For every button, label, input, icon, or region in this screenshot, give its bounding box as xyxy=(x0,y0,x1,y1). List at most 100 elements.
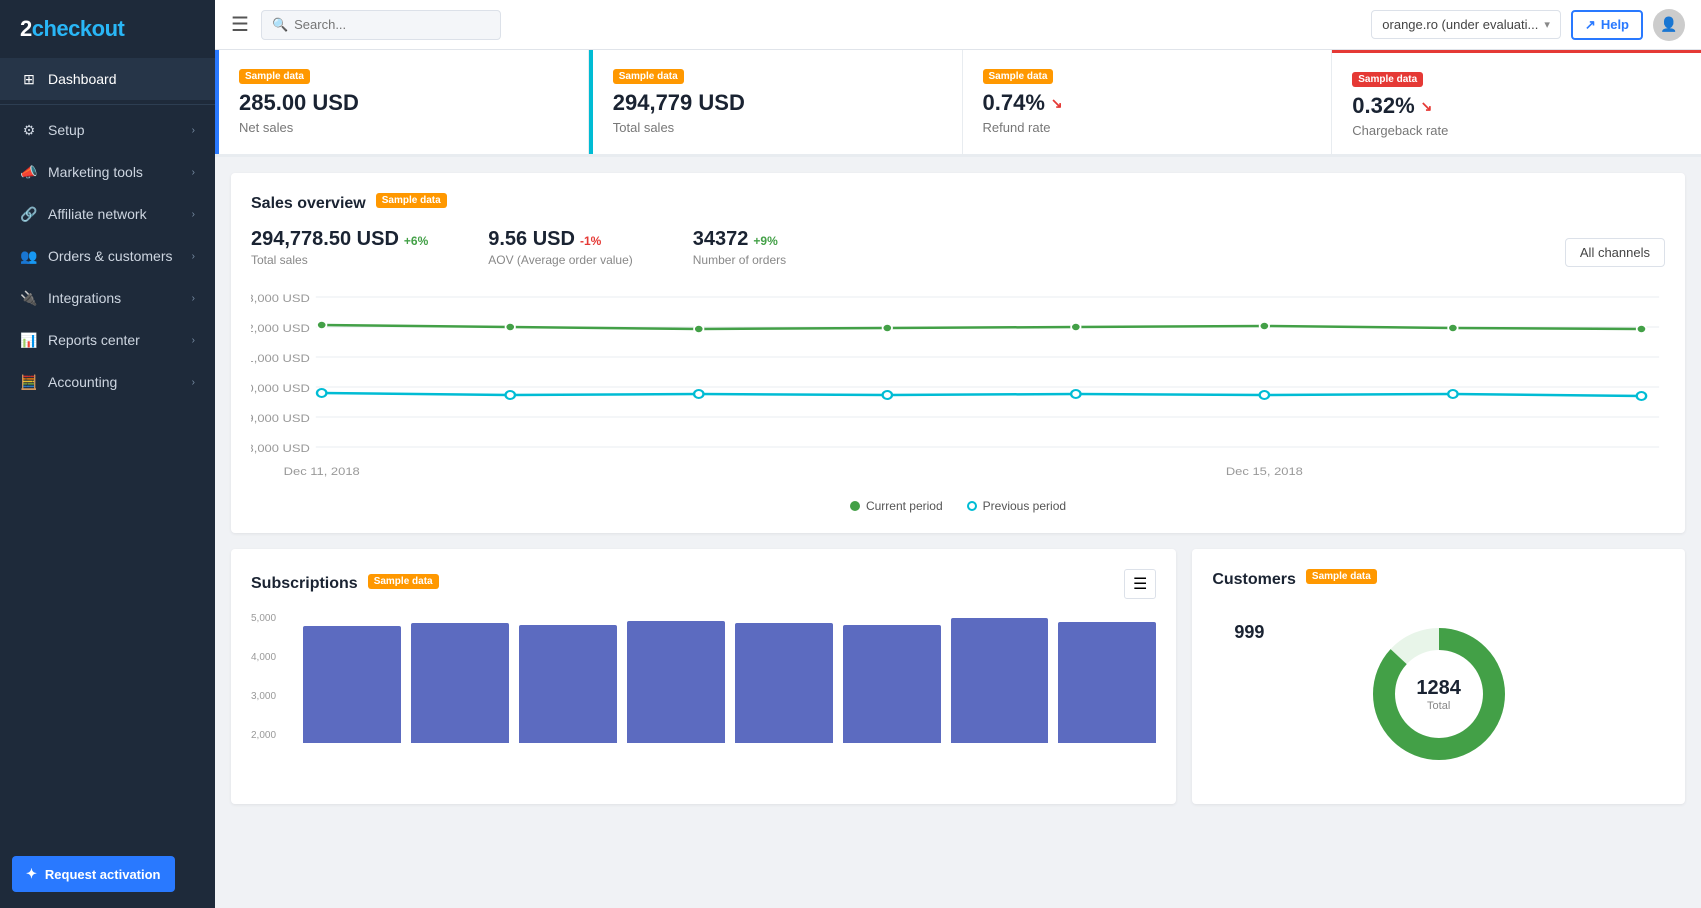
sidebar-label-dashboard: Dashboard xyxy=(48,71,117,87)
stat-label-1: AOV (Average order value) xyxy=(488,253,633,267)
request-activation-button[interactable]: ✦ Request activation xyxy=(12,856,175,892)
donut-highlight: 999 xyxy=(1234,622,1264,643)
logo: 2checkout xyxy=(0,0,215,58)
sidebar-label-orders-customers: Orders & customers xyxy=(48,248,172,264)
metric-badge-2: Sample data xyxy=(983,69,1054,84)
sidebar-item-affiliate-network[interactable]: 🔗 Affiliate network › xyxy=(0,193,215,235)
stat-value-2: 34372 +9% xyxy=(693,228,786,251)
y-label-2000: 2,000 xyxy=(251,730,276,741)
header-right: orange.ro (under evaluati... ▾ ↗ Help 👤 xyxy=(1371,9,1685,41)
header: ☰ 🔍 orange.ro (under evaluati... ▾ ↗ Hel… xyxy=(215,0,1701,50)
previous-period-legend: Previous period xyxy=(967,499,1066,513)
chevron-icon: › xyxy=(192,167,195,178)
stat-label-0: Total sales xyxy=(251,253,428,267)
bar-1 xyxy=(411,623,509,743)
metric-badge-0: Sample data xyxy=(239,69,310,84)
donut-center: 1284 Total xyxy=(1416,677,1461,712)
current-period-label: Current period xyxy=(866,499,943,513)
chevron-icon: › xyxy=(192,209,195,220)
svg-text:Dec 11, 2018: Dec 11, 2018 xyxy=(284,465,360,478)
stat-change-0: +6% xyxy=(404,234,428,248)
metric-label-0: Net sales xyxy=(239,120,568,135)
help-button[interactable]: ↗ Help xyxy=(1571,10,1643,40)
stat-value-0: 294,778.50 USD +6% xyxy=(251,228,428,251)
bar-3 xyxy=(627,621,725,743)
sidebar-item-accounting[interactable]: 🧮 Accounting › xyxy=(0,361,215,403)
search-icon: 🔍 xyxy=(272,17,288,33)
metric-card-2: Sample data 0.74% ↘ Refund rate xyxy=(963,50,1333,154)
line-chart: 43,000 USD 42,000 USD 41,000 USD 40,000 … xyxy=(251,287,1665,487)
trend-down-icon: ↘ xyxy=(1421,98,1433,115)
sidebar-item-orders-customers[interactable]: 👥 Orders & customers › xyxy=(0,235,215,277)
y-label-5000: 5,000 xyxy=(251,613,276,624)
stat-value-1: 9.56 USD -1% xyxy=(488,228,633,251)
svg-text:41,000 USD: 41,000 USD xyxy=(251,352,310,365)
megaphone-icon: 📣 xyxy=(20,163,38,181)
network-icon: 🔗 xyxy=(20,205,38,223)
sidebar-label-marketing-tools: Marketing tools xyxy=(48,164,143,180)
customers-badge: Sample data xyxy=(1306,569,1377,584)
metric-label-2: Refund rate xyxy=(983,120,1312,135)
donut-total-label: Total xyxy=(1427,700,1450,712)
sales-overview-header: Sales overview Sample data xyxy=(251,193,1665,214)
bar-0 xyxy=(303,626,401,743)
sidebar-item-left: 🔗 Affiliate network xyxy=(20,205,147,223)
avatar[interactable]: 👤 xyxy=(1653,9,1685,41)
sales-overview-badge: Sample data xyxy=(376,193,447,208)
settings-icon: ⚙ xyxy=(20,121,38,139)
sidebar-item-reports-center[interactable]: 📊 Reports center › xyxy=(0,319,215,361)
avatar-icon: 👤 xyxy=(1660,16,1677,33)
sales-overview-title: Sales overview xyxy=(251,195,366,213)
bar-4 xyxy=(735,623,833,743)
sidebar-item-marketing-tools[interactable]: 📣 Marketing tools › xyxy=(0,151,215,193)
search-box[interactable]: 🔍 xyxy=(261,10,501,40)
account-selector[interactable]: orange.ro (under evaluati... ▾ xyxy=(1371,10,1561,39)
stat-item-1: 9.56 USD -1% AOV (Average order value) xyxy=(488,228,633,267)
chevron-icon: › xyxy=(192,125,195,136)
chevron-icon: › xyxy=(192,377,195,388)
metric-card-0: Sample data 285.00 USD Net sales xyxy=(215,50,589,154)
y-label-4000: 4,000 xyxy=(251,652,276,663)
plug-icon: 🔌 xyxy=(20,289,38,307)
sidebar-item-integrations[interactable]: 🔌 Integrations › xyxy=(0,277,215,319)
subscriptions-badge: Sample data xyxy=(368,574,439,589)
bar-7 xyxy=(1058,622,1156,743)
chevron-icon: › xyxy=(192,293,195,304)
subscriptions-header: Subscriptions Sample data ☰ xyxy=(251,569,1156,599)
sidebar-label-reports-center: Reports center xyxy=(48,332,140,348)
customers-header: Customers Sample data xyxy=(1212,569,1665,590)
stat-change-1: -1% xyxy=(580,234,601,248)
bottom-row: Subscriptions Sample data ☰ 5,000 4,000 … xyxy=(231,549,1685,820)
metric-value-0: 285.00 USD xyxy=(239,90,568,116)
metric-label-1: Total sales xyxy=(613,120,942,135)
all-channels-button[interactable]: All channels xyxy=(1565,238,1665,267)
chevron-icon: › xyxy=(192,251,195,262)
svg-text:43,000 USD: 43,000 USD xyxy=(251,292,310,305)
sidebar-item-left: 📣 Marketing tools xyxy=(20,163,143,181)
stats-row: 294,778.50 USD +6% Total sales 9.56 USD … xyxy=(251,228,1665,267)
sidebar-label-integrations: Integrations xyxy=(48,290,121,306)
current-period-dot xyxy=(850,501,860,511)
previous-period-dot xyxy=(967,501,977,511)
logo-text2: checkout xyxy=(32,16,125,41)
sidebar-item-setup[interactable]: ⚙ Setup › xyxy=(0,109,215,151)
donut-chart: 1284 Total 999 xyxy=(1212,604,1665,784)
sidebar-item-left: 🔌 Integrations xyxy=(20,289,121,307)
metric-value-3: 0.32% ↘ xyxy=(1352,93,1681,119)
subscriptions-title: Subscriptions xyxy=(251,575,358,593)
sidebar-label-setup: Setup xyxy=(48,122,85,138)
svg-text:39,000 USD: 39,000 USD xyxy=(251,412,310,425)
sidebar-item-dashboard[interactable]: ⊞ Dashboard xyxy=(0,58,215,100)
chart-options-button[interactable]: ☰ xyxy=(1124,569,1156,599)
grid-icon: ⊞ xyxy=(20,70,38,88)
sales-overview-card: Sales overview Sample data 294,778.50 US… xyxy=(231,173,1685,533)
bar-5 xyxy=(843,625,941,743)
star-icon: ✦ xyxy=(26,866,37,882)
dashboard-body: Sales overview Sample data 294,778.50 US… xyxy=(215,157,1701,836)
search-input[interactable] xyxy=(294,17,490,32)
sidebar-item-left: ⊞ Dashboard xyxy=(20,70,117,88)
hamburger-icon[interactable]: ☰ xyxy=(231,12,249,37)
chart-legend: Current period Previous period xyxy=(251,499,1665,513)
sidebar: 2checkout ⊞ Dashboard ⚙ Setup › 📣 Market… xyxy=(0,0,215,908)
svg-text:40,000 USD: 40,000 USD xyxy=(251,382,310,395)
